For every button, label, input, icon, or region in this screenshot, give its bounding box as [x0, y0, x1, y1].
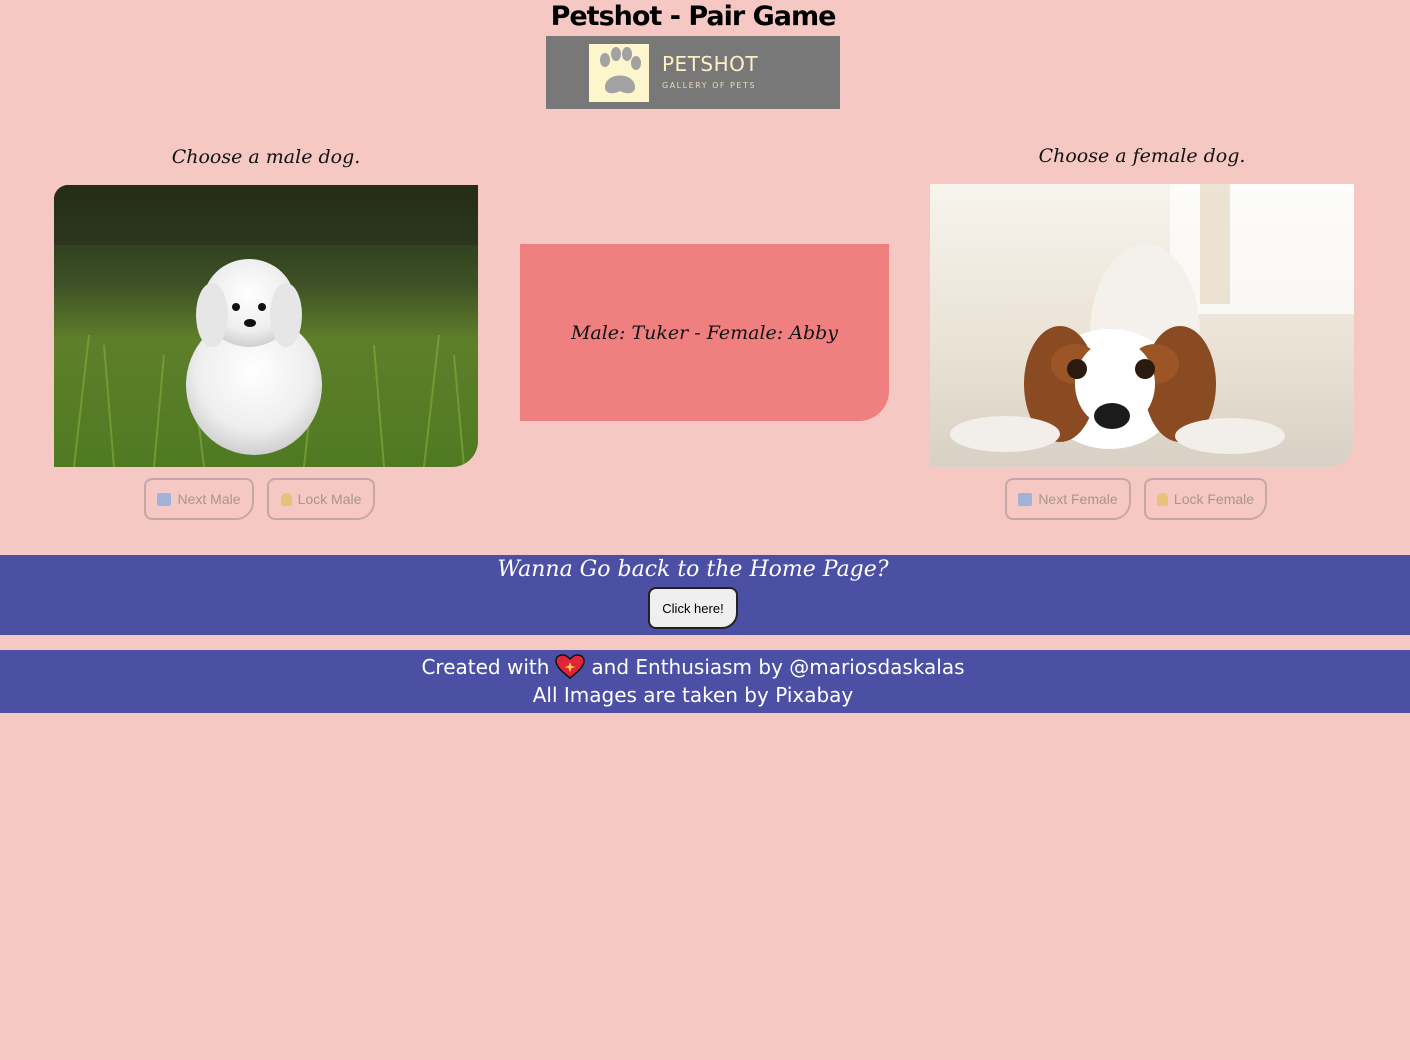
footer-created-prefix: Created with: [421, 655, 550, 679]
lock-male-button[interactable]: Lock Male: [267, 478, 375, 520]
female-prompt: Choose a female dog.: [1038, 145, 1246, 167]
logo-name: PETSHOT: [662, 52, 759, 76]
footer-credits: All Images are taken by Pixabay: [532, 683, 854, 707]
paw-icon: [589, 44, 649, 102]
footer: Created with and Enthusiasm by @mariosda…: [0, 650, 1410, 713]
lock-male-label: Lock Male: [297, 491, 362, 507]
sparkling-heart-icon: [555, 654, 586, 680]
next-male-button[interactable]: Next Male: [144, 478, 254, 520]
footer-created-suffix: and Enthusiasm by @mariosdaskalas: [591, 655, 965, 679]
next-female-button[interactable]: Next Female: [1005, 478, 1131, 520]
home-button[interactable]: Click here!: [648, 587, 738, 629]
lock-icon: [280, 492, 292, 506]
pair-result-box: Male: Tuker - Female: Abby: [520, 244, 889, 421]
next-track-icon: [157, 492, 172, 506]
male-dog-photo: [54, 185, 478, 467]
lock-icon: [1156, 492, 1168, 506]
next-track-icon: [1018, 492, 1033, 506]
next-female-label: Next Female: [1038, 491, 1118, 507]
home-section: Wanna Go back to the Home Page? Click he…: [0, 555, 1410, 635]
pair-result-text: Male: Tuker - Female: Abby: [570, 321, 839, 344]
lock-female-label: Lock Female: [1173, 491, 1255, 507]
female-dog-photo: [930, 184, 1354, 467]
lock-female-button[interactable]: Lock Female: [1144, 478, 1267, 520]
page-title: Petshot - Pair Game: [550, 1, 837, 32]
petshot-logo: PETSHOT GALLERY OF PETS: [546, 36, 840, 109]
logo-tagline: GALLERY OF PETS: [662, 81, 756, 90]
home-question: Wanna Go back to the Home Page?: [497, 557, 889, 582]
next-male-label: Next Male: [177, 491, 241, 507]
footer-created-line: Created with and Enthusiasm by @mariosda…: [0, 654, 1386, 680]
male-prompt: Choose a male dog.: [171, 146, 361, 168]
